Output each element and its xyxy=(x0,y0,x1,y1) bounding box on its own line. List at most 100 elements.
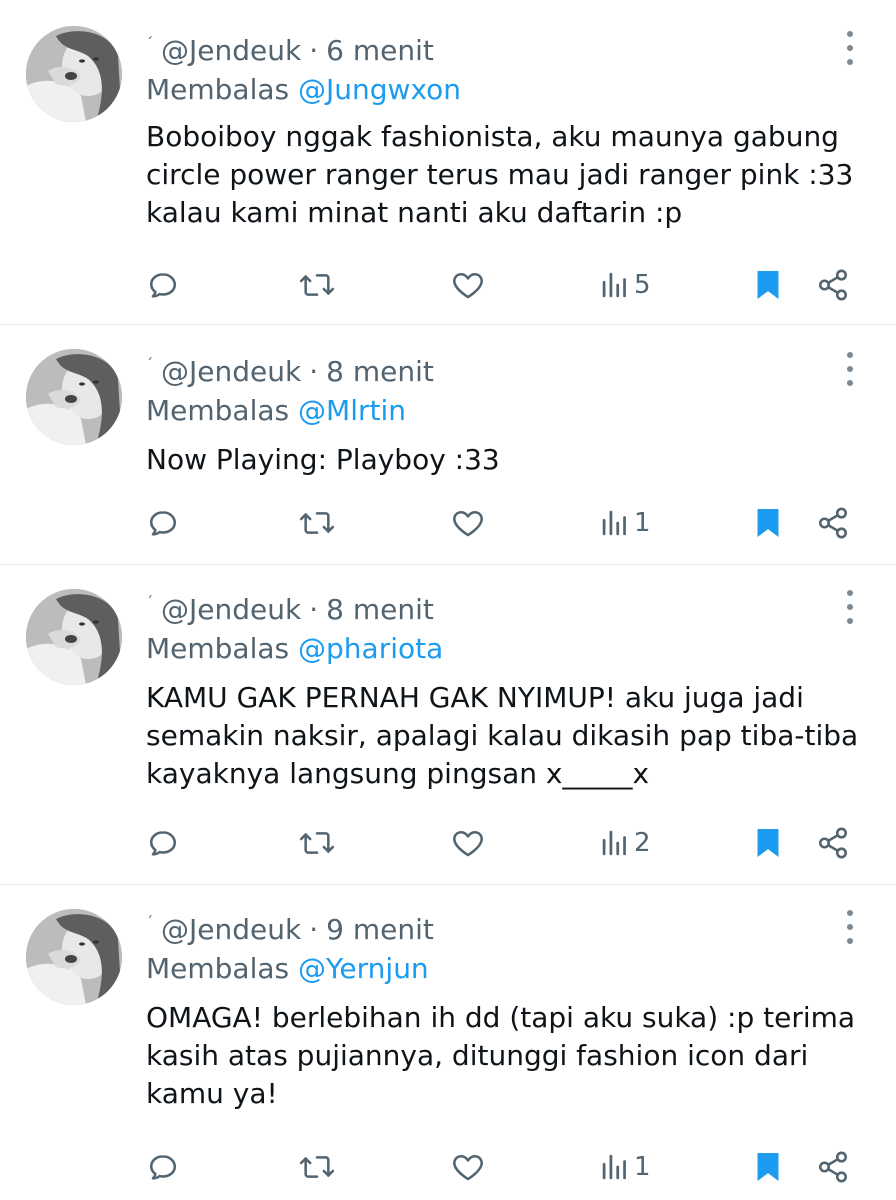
timestamp[interactable]: 8 menit xyxy=(326,355,434,388)
bookmark-icon xyxy=(754,1150,782,1184)
reply-mention-link[interactable]: @Jungwxon xyxy=(298,73,461,106)
tweet[interactable]: ´ @Jendeuk · 8 menit Membalas @Mlrtin Now Pla… xyxy=(0,325,896,565)
bookmark-button[interactable] xyxy=(754,503,782,543)
share-button[interactable] xyxy=(816,823,850,863)
views-button[interactable]: 5 xyxy=(600,265,651,305)
more-options-button[interactable] xyxy=(836,905,864,949)
tweet-text-line: kamu ya! xyxy=(146,1077,278,1110)
retweet-button[interactable] xyxy=(298,265,336,305)
retweet-icon xyxy=(298,268,336,302)
like-button[interactable] xyxy=(450,265,486,305)
heart-icon xyxy=(450,506,486,540)
reply-button[interactable] xyxy=(146,823,180,863)
views-icon xyxy=(600,1150,630,1184)
avatar[interactable] xyxy=(26,909,122,1005)
name-mark: ´ xyxy=(146,36,153,52)
views-button[interactable]: 2 xyxy=(600,823,651,863)
separator-dot: · xyxy=(309,593,319,626)
bookmark-button[interactable] xyxy=(754,823,782,863)
separator-dot: · xyxy=(309,913,319,946)
timestamp[interactable]: 9 menit xyxy=(326,913,434,946)
tweet-text-line: KAMU GAK PERNAH GAK NYIMUP! aku juga jad… xyxy=(146,681,804,714)
reply-context: Membalas @Jungwxon xyxy=(146,72,461,108)
reply-button[interactable] xyxy=(146,265,180,305)
share-icon xyxy=(816,826,850,860)
retweet-button[interactable] xyxy=(298,823,336,863)
tweet-header: ´ @Jendeuk · 6 menit xyxy=(146,26,434,69)
reply-button[interactable] xyxy=(146,1147,180,1187)
share-button[interactable] xyxy=(816,1147,850,1187)
name-mark: ´ xyxy=(146,357,153,373)
tweet-text-line: kayaknya langsung pingsan x_____x xyxy=(146,757,650,790)
retweet-icon xyxy=(298,506,336,540)
name-mark: ´ xyxy=(146,915,153,931)
tweet-text-line: Now Playing: Playboy :33 xyxy=(146,443,500,476)
timestamp[interactable]: 6 menit xyxy=(326,34,434,67)
views-icon xyxy=(600,826,630,860)
like-button[interactable] xyxy=(450,1147,486,1187)
timeline-feed: ´ @Jendeuk · 6 menit Membalas @Jungwxon Boboi… xyxy=(0,0,896,1200)
reply-mention-link[interactable]: @Yernjun xyxy=(298,952,429,985)
reply-mention-link[interactable]: @Mlrtin xyxy=(298,394,406,427)
reply-context: Membalas @Yernjun xyxy=(146,951,429,987)
handle[interactable]: @Jendeuk xyxy=(161,593,301,626)
name-mark: ´ xyxy=(146,595,153,611)
avatar[interactable] xyxy=(26,26,122,122)
like-button[interactable] xyxy=(450,823,486,863)
like-button[interactable] xyxy=(450,503,486,543)
share-button[interactable] xyxy=(816,503,850,543)
reply-prefix: Membalas xyxy=(146,73,290,106)
views-button[interactable]: 1 xyxy=(600,1147,651,1187)
share-button[interactable] xyxy=(816,265,850,305)
more-icon xyxy=(836,26,864,70)
more-options-button[interactable] xyxy=(836,347,864,391)
tweet-header: ´ @Jendeuk · 8 menit xyxy=(146,347,434,390)
reply-icon xyxy=(146,506,180,540)
reply-mention-link[interactable]: @phariota xyxy=(298,632,443,665)
views-count: 1 xyxy=(634,508,651,538)
reply-prefix: Membalas xyxy=(146,632,290,665)
avatar[interactable] xyxy=(26,589,122,685)
separator-dot: · xyxy=(309,355,319,388)
reply-prefix: Membalas xyxy=(146,952,290,985)
tweet-text-line: circle power ranger terus mau jadi range… xyxy=(146,158,854,191)
views-count: 1 xyxy=(634,1152,651,1182)
tweet-header: ´ @Jendeuk · 9 menit xyxy=(146,905,434,948)
views-count: 2 xyxy=(634,828,651,858)
more-options-button[interactable] xyxy=(836,26,864,70)
handle[interactable]: @Jendeuk xyxy=(161,913,301,946)
reply-prefix: Membalas xyxy=(146,394,290,427)
views-button[interactable]: 1 xyxy=(600,503,651,543)
heart-icon xyxy=(450,826,486,860)
reply-button[interactable] xyxy=(146,503,180,543)
avatar[interactable] xyxy=(26,349,122,445)
more-icon xyxy=(836,347,864,391)
more-options-button[interactable] xyxy=(836,585,864,629)
tweet-text-line: semakin naksir, apalagi kalau dikasih pa… xyxy=(146,719,859,752)
tweet[interactable]: ´ @Jendeuk · 9 menit Membalas @Yernjun OMAGA!… xyxy=(0,885,896,1200)
reply-icon xyxy=(146,826,180,860)
bookmark-button[interactable] xyxy=(754,265,782,305)
views-count: 5 xyxy=(634,270,651,300)
share-icon xyxy=(816,1150,850,1184)
more-icon xyxy=(836,585,864,629)
reply-icon xyxy=(146,1150,180,1184)
timestamp[interactable]: 8 menit xyxy=(326,593,434,626)
tweet-text-line: kasih atas pujiannya, ditunggi fashion i… xyxy=(146,1039,809,1072)
retweet-button[interactable] xyxy=(298,503,336,543)
views-icon xyxy=(600,506,630,540)
tweet[interactable]: ´ @Jendeuk · 6 menit Membalas @Jungwxon Boboi… xyxy=(0,0,896,325)
tweet-text-line: Boboiboy nggak fashionista, aku maunya g… xyxy=(146,120,839,153)
tweet-text-line: OMAGA! berlebihan ih dd (tapi aku suka) … xyxy=(146,1001,856,1034)
separator-dot: · xyxy=(309,34,319,67)
retweet-button[interactable] xyxy=(298,1147,336,1187)
retweet-icon xyxy=(298,826,336,860)
more-icon xyxy=(836,905,864,949)
handle[interactable]: @Jendeuk xyxy=(161,34,301,67)
handle[interactable]: @Jendeuk xyxy=(161,355,301,388)
bookmark-icon xyxy=(754,506,782,540)
bookmark-button[interactable] xyxy=(754,1147,782,1187)
tweet[interactable]: ´ @Jendeuk · 8 menit Membalas @phariota KAMU … xyxy=(0,565,896,885)
tweet-header: ´ @Jendeuk · 8 menit xyxy=(146,585,434,628)
reply-icon xyxy=(146,268,180,302)
